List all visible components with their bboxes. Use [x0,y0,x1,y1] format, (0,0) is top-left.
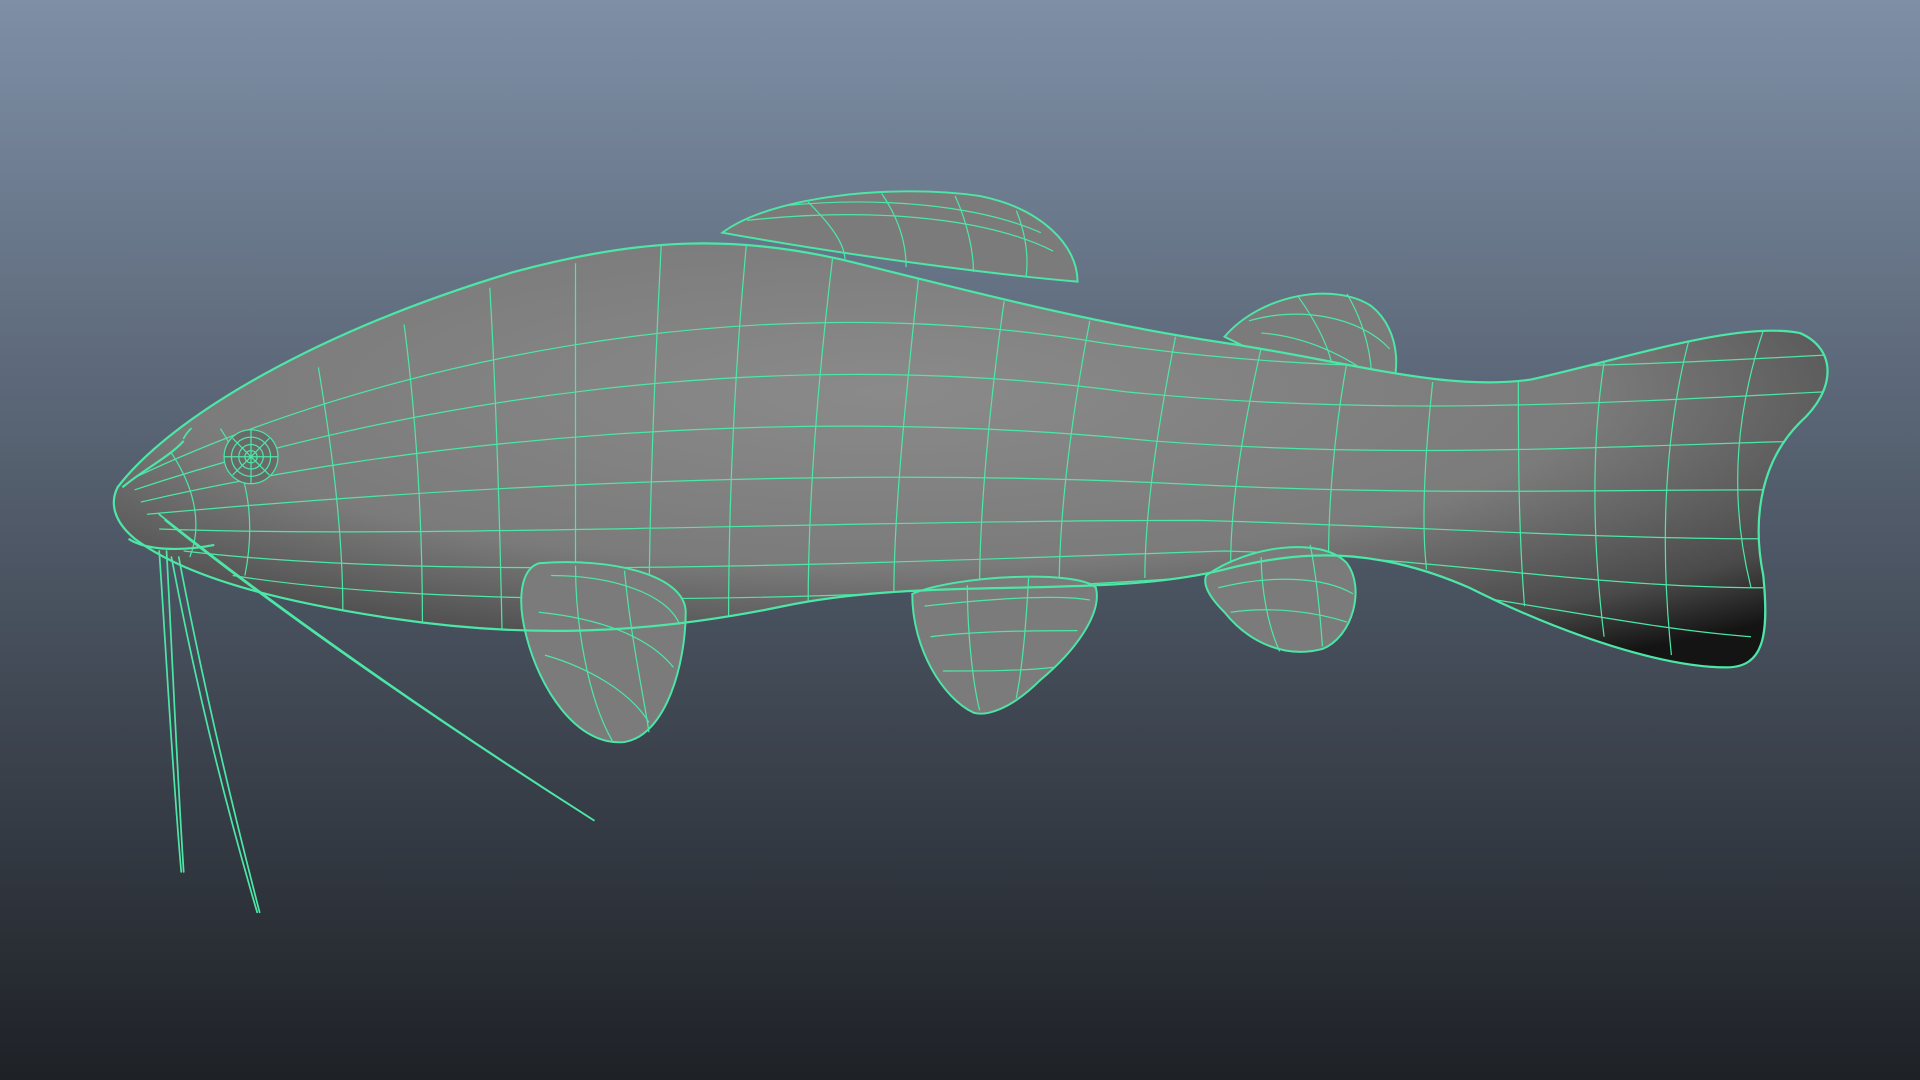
barbel-chin-right-inner [177,556,261,914]
pelvic-fin[interactable] [911,575,1098,715]
barbel-chin-left [158,550,183,873]
barbel-chin-right [170,556,258,914]
3d-viewport[interactable] [0,0,1920,1080]
catfish-mesh[interactable] [112,190,1829,914]
viewport-scene[interactable] [0,0,1920,1080]
fish-eye[interactable] [223,429,279,485]
pectoral-fin[interactable] [520,561,687,744]
